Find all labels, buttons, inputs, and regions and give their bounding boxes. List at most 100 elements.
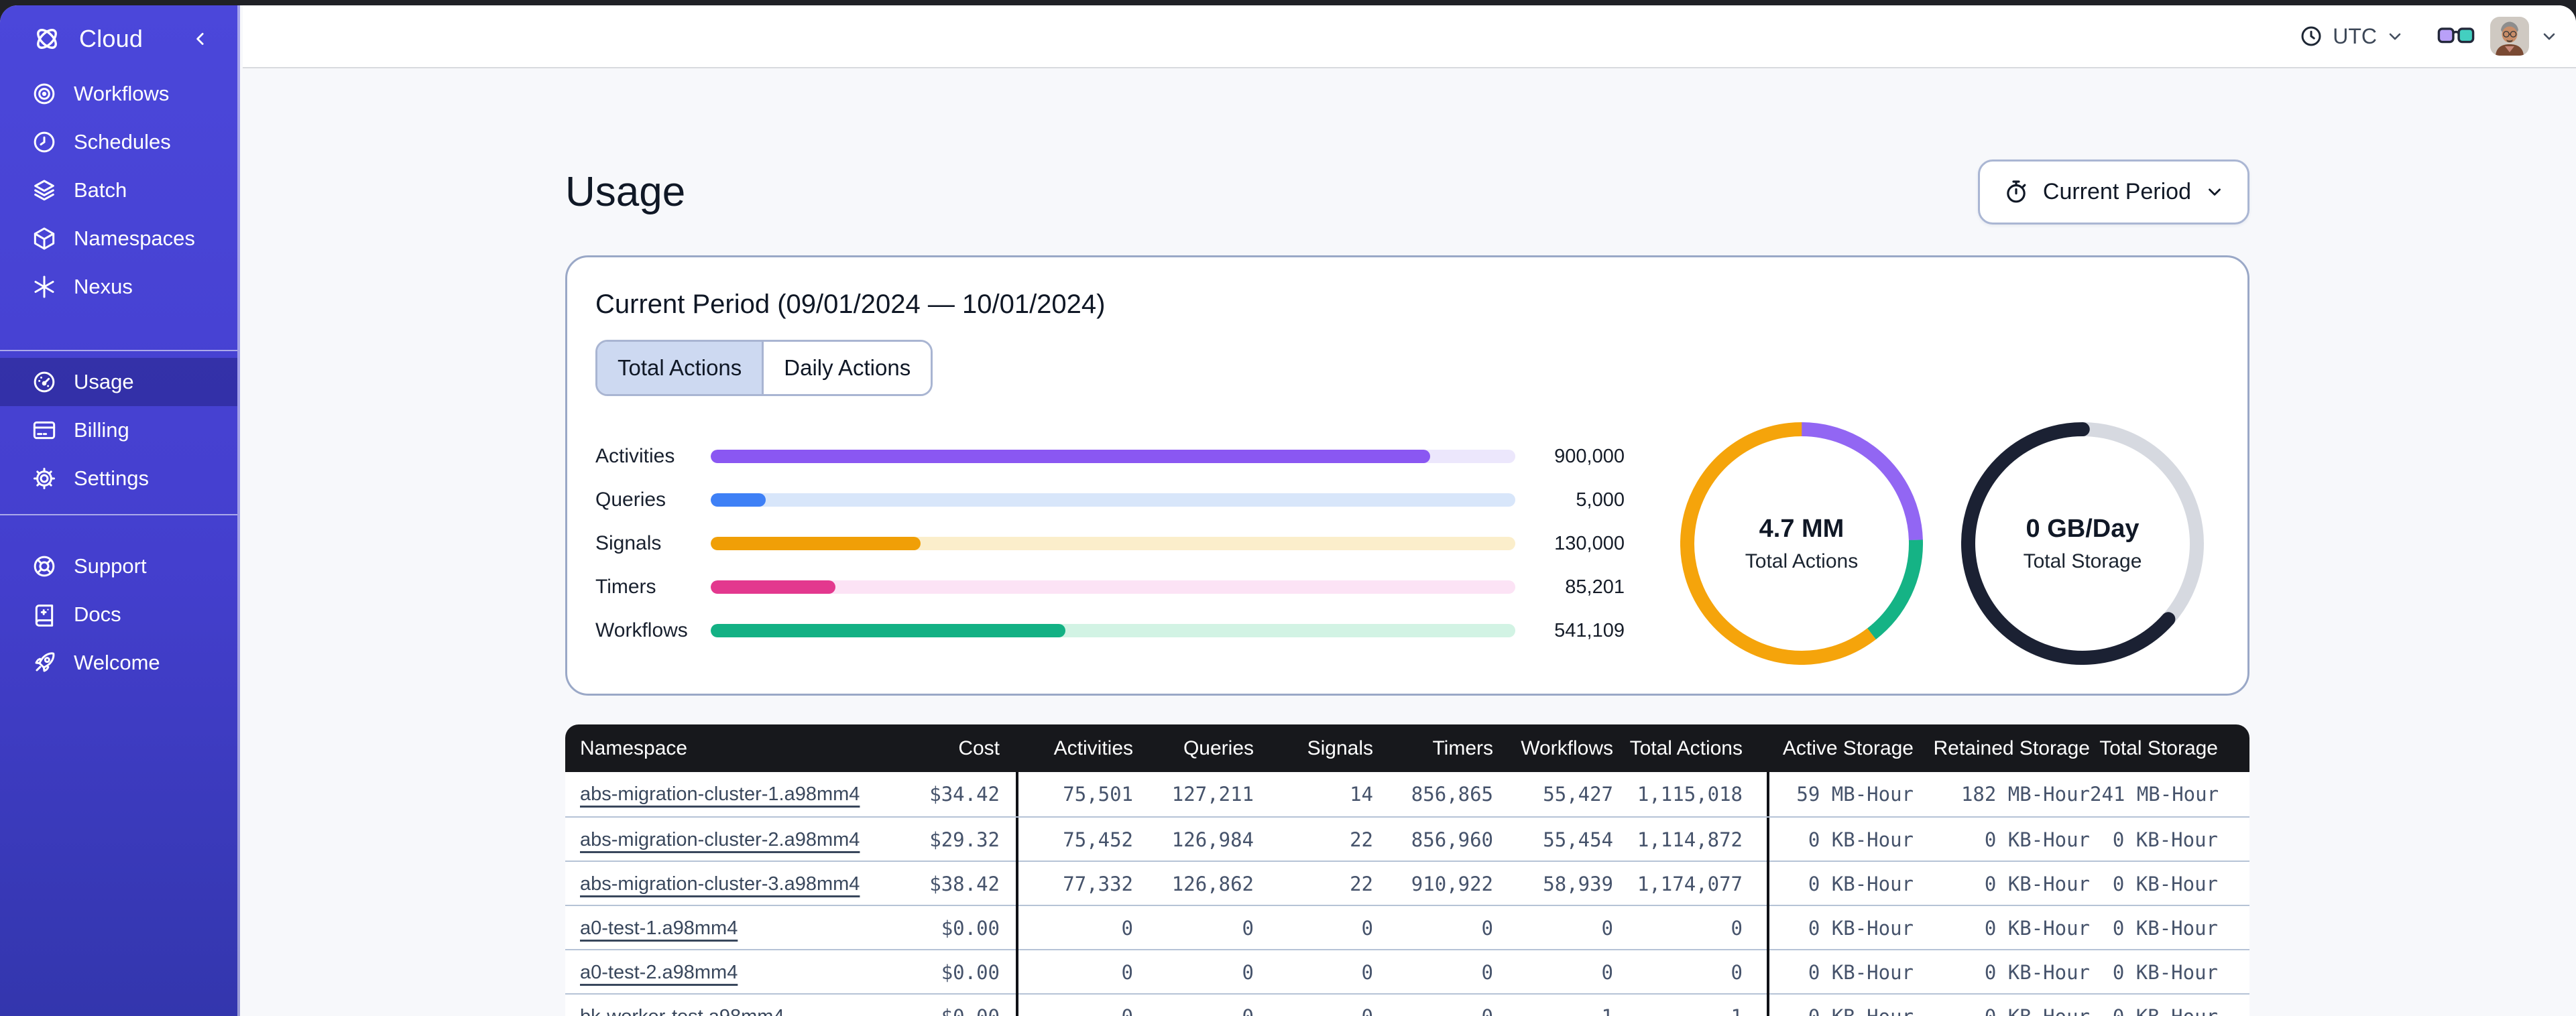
billing-icon xyxy=(31,417,58,444)
namespace-link[interactable]: a0-test-1.a98mm4 xyxy=(580,917,738,939)
brand-row: Cloud xyxy=(0,5,237,63)
bar-fill xyxy=(711,537,921,550)
account-chevron-down-icon[interactable] xyxy=(2540,27,2559,46)
namespace-link[interactable]: a0-test-2.a98mm4 xyxy=(580,962,738,983)
column-header-workflows: Workflows xyxy=(1521,737,1613,759)
bar-row-signals: Signals 130,000 xyxy=(595,522,1625,566)
clock-icon xyxy=(2301,26,2321,46)
table-row: abs-migration-cluster-3.a98mm4 $38.42 77,3… xyxy=(565,861,2249,906)
table-cell: 59 MB-Hour xyxy=(1796,783,1914,806)
column-header-activities: Activities xyxy=(1053,737,1133,759)
schedules-icon xyxy=(31,129,58,155)
sidebar-item-nexus[interactable]: Nexus xyxy=(0,263,237,311)
table-cell: 241 MB-Hour xyxy=(2090,783,2219,806)
bar-label: Activities xyxy=(595,445,675,467)
bar-label: Workflows xyxy=(595,619,688,641)
table-cell: 0 KB-Hour xyxy=(2112,828,2218,851)
table-cell: 0 xyxy=(1361,961,1373,984)
table-cell: 0 xyxy=(1133,1005,1254,1016)
table-cell: 126,862 xyxy=(1171,873,1254,895)
donut-value: 4.7 MM xyxy=(1759,514,1845,543)
table-cell: 0 KB-Hour xyxy=(2090,1005,2249,1016)
sidebar-item-workflows[interactable]: Workflows xyxy=(0,70,237,118)
bar-row-queries: Queries 5,000 xyxy=(595,479,1625,522)
sidebar-item-billing[interactable]: Billing xyxy=(0,406,237,454)
dev-glasses-icon[interactable] xyxy=(2437,23,2475,49)
temporal-logo-icon xyxy=(31,23,63,55)
bar-label: Timers xyxy=(595,576,656,598)
batch-icon xyxy=(31,177,58,204)
table-header: Namespace Cost Activities Queries Signals Tim… xyxy=(565,724,2249,772)
tab-total-actions[interactable]: Total Actions xyxy=(597,342,762,394)
bar-track xyxy=(711,580,1515,594)
chevron-down-icon xyxy=(2209,188,2221,196)
sidebar-item-support[interactable]: Support xyxy=(0,542,237,590)
table-cell: $0.00 xyxy=(847,950,1018,995)
avatar[interactable] xyxy=(2490,17,2529,56)
sidebar-item-label: Schedules xyxy=(74,130,171,153)
timezone-selector[interactable]: UTC xyxy=(2298,23,2404,49)
bar-value: 900,000 xyxy=(1554,445,1625,467)
sidebar-item-label: Settings xyxy=(74,466,150,490)
table-cell: 22 xyxy=(1350,828,1373,851)
table-cell: $0.00 xyxy=(847,906,1018,950)
donut-label: Total Actions xyxy=(1745,550,1859,572)
table-cell: 0 xyxy=(1601,961,1613,984)
table-cell: $0.00 xyxy=(847,995,1018,1016)
sidebar-item-docs[interactable]: Docs xyxy=(0,590,237,639)
sidebar-item-batch[interactable]: Batch xyxy=(0,166,237,214)
table-cell: 1 xyxy=(1613,995,1769,1016)
table-cell: 0 xyxy=(1254,1005,1373,1016)
donut-value: 0 GB/Day xyxy=(2026,514,2140,543)
card-title: Current Period (09/01/2024 — 10/01/2024) xyxy=(595,290,1106,319)
table-cell: 0 xyxy=(1613,950,1769,995)
usage-chart: Activities 900,000 Queries 5,000 Signals 130,… xyxy=(595,422,2219,665)
namespace-link[interactable]: bk-worker-test.a98mm4 xyxy=(580,1006,784,1016)
bar-value: 541,109 xyxy=(1554,619,1625,641)
table-cell: 0 KB-Hour xyxy=(1808,828,1914,851)
table-cell: 910,922 xyxy=(1411,873,1493,895)
bar-track xyxy=(711,624,1515,637)
table-cell: 77,332 xyxy=(1063,873,1133,895)
total-actions-donut: 4.7 MM Total Actions xyxy=(1680,422,1923,665)
timezone-label: UTC xyxy=(2333,23,2377,48)
sidebar-item-namespaces[interactable]: Namespaces xyxy=(0,214,237,263)
table-cell: 856,865 xyxy=(1411,783,1493,806)
bar-label: Signals xyxy=(595,532,662,554)
sidebar-item-schedules[interactable]: Schedules xyxy=(0,118,237,166)
table-cell: 126,984 xyxy=(1171,828,1254,851)
total-storage-donut: 0 GB/Day Total Storage xyxy=(1961,422,2204,665)
sidebar-item-usage[interactable]: Usage xyxy=(0,358,237,406)
sidebar-collapse-icon[interactable] xyxy=(190,29,211,49)
sidebar-item-label: Batch xyxy=(74,178,127,202)
period-selector-button[interactable]: Current Period xyxy=(1977,159,2249,225)
sidebar-item-settings[interactable]: Settings xyxy=(0,454,237,503)
table-cell: 75,452 xyxy=(1063,828,1133,851)
bar-value: 130,000 xyxy=(1554,532,1625,554)
topbar: UTC xyxy=(243,5,2576,68)
bar-track xyxy=(711,537,1515,550)
table-cell: 0 xyxy=(1373,1005,1493,1016)
table-cell: 856,960 xyxy=(1411,828,1493,851)
tab-daily-actions[interactable]: Daily Actions xyxy=(762,342,931,394)
sidebar-item-label: Nexus xyxy=(74,275,133,298)
sidebar-item-label: Namespaces xyxy=(74,227,195,250)
table-cell: 0 KB-Hour xyxy=(1984,917,2090,940)
page-title: Usage xyxy=(565,168,686,215)
namespaces-icon xyxy=(31,225,58,252)
table-cell: $34.42 xyxy=(847,772,1018,816)
table-row: abs-migration-cluster-1.a98mm4 $34.42 75,5… xyxy=(565,772,2249,816)
namespace-link[interactable]: abs-migration-cluster-2.a98mm4 xyxy=(580,829,860,850)
table-cell: 58,939 xyxy=(1543,873,1613,895)
sidebar-item-welcome[interactable]: Welcome xyxy=(0,639,237,687)
namespace-link[interactable]: abs-migration-cluster-1.a98mm4 xyxy=(580,783,860,805)
table-cell: 127,211 xyxy=(1171,783,1254,806)
nexus-icon xyxy=(31,273,58,300)
actions-bar-chart: Activities 900,000 Queries 5,000 Signals 130,… xyxy=(595,435,1625,653)
namespace-usage-table: Namespace Cost Activities Queries Signals Tim… xyxy=(565,724,2249,1016)
sidebar-item-label: Usage xyxy=(74,370,134,393)
column-header-cost: Cost xyxy=(847,737,1018,760)
table-cell: 22 xyxy=(1350,873,1373,895)
sidebar-item-label: Billing xyxy=(74,418,129,442)
namespace-link[interactable]: abs-migration-cluster-3.a98mm4 xyxy=(580,873,860,895)
